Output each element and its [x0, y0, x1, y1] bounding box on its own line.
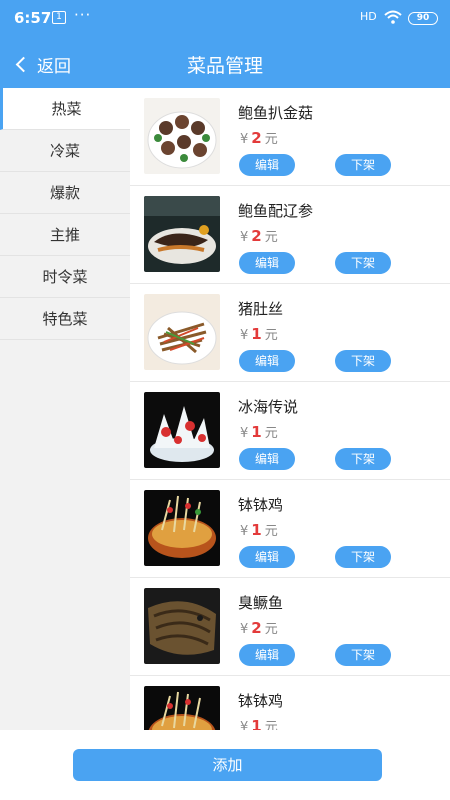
dish-price: ¥1 元	[240, 520, 278, 539]
edit-button[interactable]: 编辑	[239, 448, 295, 470]
delist-button[interactable]: 下架	[335, 546, 391, 568]
sidebar-item-label: 冷菜	[49, 142, 80, 160]
price-value: 1	[251, 521, 262, 539]
delist-button[interactable]: 下架	[335, 644, 391, 666]
dish-price: ¥1 元	[240, 716, 278, 730]
price-unit: 元	[264, 622, 278, 637]
sidebar-item-label: 热菜	[51, 100, 82, 118]
currency-symbol: ¥	[240, 426, 249, 441]
dish-row: 猪肚丝 ¥1 元 编辑 下架	[130, 284, 450, 382]
dish-image	[144, 490, 220, 566]
dish-name: 鲍鱼扒金菇	[238, 104, 314, 122]
price-value: 1	[251, 423, 262, 441]
sidebar-item-hot-dishes[interactable]: 热菜	[0, 88, 130, 130]
dish-row: 臭鳜鱼 ¥2 元 编辑 下架	[130, 578, 450, 676]
dish-image	[144, 196, 220, 272]
sidebar-item-label: 爆款	[49, 184, 80, 202]
price-unit: 元	[264, 720, 278, 730]
edit-button[interactable]: 编辑	[239, 252, 295, 274]
price-unit: 元	[264, 524, 278, 539]
dish-name: 钵钵鸡	[238, 496, 284, 514]
price-value: 1	[251, 325, 262, 343]
currency-symbol: ¥	[240, 132, 249, 147]
status-time: 6:57	[14, 9, 52, 27]
status-bar: 6:57 1 ··· HD 90	[0, 0, 450, 38]
more-notifications-icon: ···	[74, 6, 92, 24]
dish-name: 钵钵鸡	[238, 692, 284, 710]
price-value: 1	[251, 717, 262, 730]
price-unit: 元	[264, 426, 278, 441]
sidebar-item-label: 特色菜	[42, 310, 88, 328]
price-value: 2	[251, 227, 262, 245]
dish-name: 猪肚丝	[238, 300, 284, 318]
page-title: 菜品管理	[186, 55, 263, 77]
dish-image	[144, 392, 220, 468]
dish-name: 臭鳜鱼	[238, 594, 284, 612]
edit-button[interactable]: 编辑	[239, 154, 295, 176]
add-dish-button[interactable]: 添加	[73, 749, 382, 781]
delist-button[interactable]: 下架	[335, 350, 391, 372]
edit-button[interactable]: 编辑	[239, 546, 295, 568]
dish-image	[144, 98, 220, 174]
price-value: 2	[251, 129, 262, 147]
delist-button[interactable]: 下架	[335, 154, 391, 176]
dish-row: 冰海传说 ¥1 元 编辑 下架	[130, 382, 450, 480]
bottom-bar: 添加	[0, 730, 450, 800]
price-value: 2	[251, 619, 262, 637]
dish-image	[144, 294, 220, 370]
dish-price: ¥2 元	[240, 226, 278, 245]
currency-symbol: ¥	[240, 622, 249, 637]
dish-name: 鲍鱼配辽参	[238, 202, 314, 220]
dish-row: 钵钵鸡 ¥1元 编辑 下架	[130, 480, 450, 578]
currency-symbol: ¥	[240, 720, 249, 730]
wifi-icon	[384, 10, 402, 28]
dish-row: 钵钵鸡 ¥1元 编辑 下架	[130, 676, 450, 730]
dish-name: 冰海传说	[238, 398, 299, 416]
sim-icon: 1	[52, 11, 66, 24]
sidebar-item-cold-dishes[interactable]: 冷菜	[0, 130, 130, 172]
currency-symbol: ¥	[240, 524, 249, 539]
sidebar-item-label: 时令菜	[42, 268, 88, 286]
dish-price: ¥1 元	[240, 324, 278, 343]
price-unit: 元	[264, 328, 278, 343]
delist-button[interactable]: 下架	[335, 252, 391, 274]
dish-row: 鲍鱼扒金菇 ¥2 元 编辑 下架	[130, 88, 450, 186]
dish-list[interactable]: 鲍鱼扒金菇 ¥2 元 编辑 下架 鲍鱼配辽参 ¥2 元 编辑 下架 猪肚丝 ¥1 元 …	[130, 88, 450, 730]
dish-image	[144, 686, 220, 730]
dish-price: ¥1 元	[240, 422, 278, 441]
app-header: 6:57 1 ··· HD 90 返回 菜品管理	[0, 0, 450, 88]
sidebar-item-featured[interactable]: 主推	[0, 214, 130, 256]
edit-button[interactable]: 编辑	[239, 644, 295, 666]
hd-icon: HD	[360, 10, 377, 23]
dish-image	[144, 588, 220, 664]
battery-icon: 90	[408, 12, 438, 25]
sidebar-item-seasonal[interactable]: 时令菜	[0, 256, 130, 298]
delist-button[interactable]: 下架	[335, 448, 391, 470]
nav-bar: 返回 菜品管理	[0, 38, 450, 88]
price-unit: 元	[264, 230, 278, 245]
currency-symbol: ¥	[240, 230, 249, 245]
edit-button[interactable]: 编辑	[239, 350, 295, 372]
currency-symbol: ¥	[240, 328, 249, 343]
sidebar-item-bestsellers[interactable]: 爆款	[0, 172, 130, 214]
dish-row: 鲍鱼配辽参 ¥2 元 编辑 下架	[130, 186, 450, 284]
dish-price: ¥2 元	[240, 618, 278, 637]
dish-price: ¥2 元	[240, 128, 278, 147]
sidebar-item-label: 主推	[49, 226, 80, 244]
sidebar-item-specialty[interactable]: 特色菜	[0, 298, 130, 340]
category-sidebar: 热菜 冷菜 爆款 主推 时令菜 特色菜	[0, 88, 130, 730]
price-unit: 元	[264, 132, 278, 147]
